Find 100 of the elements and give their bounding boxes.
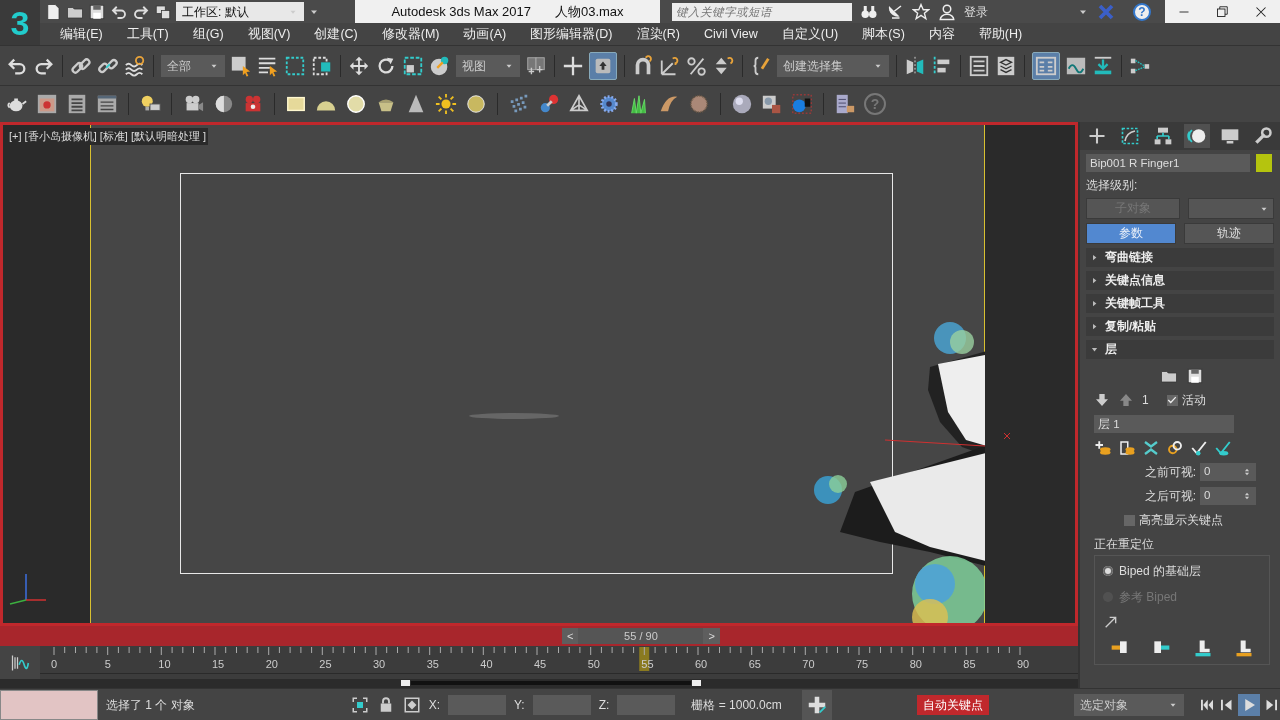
mirror-icon[interactable] [904, 54, 926, 77]
next-frame-button[interactable]: > [703, 628, 720, 644]
rollout-header[interactable]: 关键帧工具 [1086, 294, 1274, 313]
rollout-header[interactable]: 关键点信息 [1086, 271, 1274, 290]
ball-icon[interactable] [731, 93, 753, 115]
fur-ball-icon[interactable] [688, 93, 710, 115]
checkbox-label: 高亮显示关键点 [1139, 512, 1223, 529]
save-icon[interactable] [88, 2, 106, 21]
placement-icon[interactable] [429, 54, 451, 77]
rollout-header[interactable]: 复制/粘贴 [1086, 317, 1274, 336]
menu-item[interactable]: 创建(C) [302, 24, 370, 44]
move-icon[interactable] [348, 54, 370, 77]
menu-item[interactable]: 修改器(M) [369, 24, 452, 44]
ball-in-frame-icon[interactable] [791, 93, 813, 115]
login-link[interactable]: 登录 [964, 2, 988, 21]
wave-icon[interactable] [124, 54, 146, 77]
spinner-snap-icon[interactable] [713, 54, 735, 77]
menu-item[interactable]: 内容 [916, 24, 967, 44]
panel-tab[interactable] [1183, 124, 1210, 148]
check-icon[interactable] [1190, 439, 1208, 457]
window-crossing-icon[interactable] [311, 54, 333, 77]
play-button[interactable] [1238, 693, 1260, 716]
sphere-icon[interactable] [345, 93, 367, 115]
help-button[interactable]: ? [1133, 2, 1151, 21]
pivot-icon[interactable] [525, 54, 547, 77]
up-arrow-icon[interactable] [1118, 392, 1134, 408]
checkbox[interactable] [1124, 514, 1135, 526]
crosshair-icon[interactable] [562, 54, 584, 77]
color-swatch[interactable] [1256, 154, 1272, 172]
save-icon[interactable] [1186, 367, 1204, 385]
key-filter-dropdown[interactable]: 选定对象 [1074, 693, 1184, 716]
region-select-icon[interactable] [284, 54, 306, 77]
after-visible-spinner[interactable]: 0 [1200, 487, 1256, 505]
check-icon[interactable] [1214, 439, 1232, 457]
reference-coordinate-dropdown[interactable]: 视图 [456, 54, 520, 77]
mode-button[interactable]: 轨迹 [1184, 223, 1274, 244]
menu-item[interactable]: 渲染(R) [624, 24, 692, 44]
collapse-icon[interactable] [1142, 439, 1160, 457]
menu-item[interactable]: 脚本(S) [850, 24, 917, 44]
add-layer-icon[interactable] [1094, 439, 1112, 457]
menu-item[interactable]: 视图(V) [235, 24, 303, 44]
menu-item[interactable]: 动画(A) [451, 24, 519, 44]
app-logo[interactable]: 3 [0, 0, 40, 45]
radio-button[interactable] [1103, 566, 1113, 576]
list-icon[interactable] [968, 54, 990, 77]
delete-layer-icon[interactable] [1118, 439, 1136, 457]
angle-snap-icon[interactable] [659, 54, 681, 77]
down-arrow-icon[interactable] [1094, 392, 1110, 408]
molecule-icon[interactable] [538, 93, 560, 115]
menu-item[interactable]: 自定义(U) [769, 24, 851, 44]
select-icon[interactable] [230, 54, 252, 77]
menu-item[interactable]: Civil View [691, 24, 770, 44]
material-icon[interactable] [761, 93, 783, 115]
star-icon[interactable] [912, 2, 930, 21]
menu-item[interactable]: 图形编辑器(D) [518, 24, 625, 44]
gear-icon[interactable] [598, 93, 620, 115]
object-name-field[interactable]: Bip001 R Finger1 [1086, 154, 1250, 172]
render-setup-icon[interactable] [66, 93, 88, 115]
range-handle[interactable] [692, 680, 701, 686]
menu-item[interactable]: 工具(T) [114, 24, 181, 44]
selection-filter-dropdown[interactable]: 全部 [161, 54, 225, 77]
frame-number: 75 [856, 658, 869, 670]
arrow-icon[interactable] [1103, 614, 1119, 630]
before-visible-spinner[interactable]: 0 [1200, 463, 1256, 481]
time-slider-track[interactable]: < 55 / 90 > [0, 626, 1078, 646]
workspace-dropdown[interactable]: 工作区: 默认 [176, 2, 304, 21]
sphere-icon[interactable] [465, 93, 487, 115]
time-slider-thumb[interactable]: 55 / 90 [578, 628, 704, 644]
document-icon[interactable] [834, 93, 856, 115]
menu-item[interactable]: 帮助(H) [966, 24, 1035, 44]
search-field[interactable]: 键入关键字或短语 [672, 2, 852, 21]
add-key-button[interactable] [801, 689, 832, 720]
user-icon[interactable] [938, 2, 956, 21]
project-folder-icon[interactable] [154, 2, 172, 21]
chain-icon[interactable] [1166, 439, 1184, 457]
satellite-dish-icon[interactable] [886, 2, 904, 21]
panel-icon[interactable] [96, 93, 118, 115]
rollout-header[interactable]: 弯曲链接 [1086, 248, 1274, 267]
menu-item[interactable]: 组(G) [180, 24, 236, 44]
auto-key-button[interactable]: 自动关键点 [916, 694, 989, 715]
download-icon[interactable] [1092, 54, 1114, 77]
layer-name-field[interactable]: 层 1 [1094, 415, 1234, 433]
render-frame-icon[interactable] [36, 93, 58, 115]
layers-icon[interactable] [995, 54, 1017, 77]
rollout-header[interactable]: 层 [1086, 340, 1274, 359]
viewport-label[interactable]: [+] [香小岛摄像机] [标准] [默认明暗处理 ] [7, 128, 209, 145]
named-selection-dropdown[interactable]: 创建选择集 [777, 54, 889, 77]
sun-icon[interactable] [435, 93, 457, 115]
range-handle[interactable] [401, 680, 410, 686]
viewport[interactable]: [+] [香小岛摄像机] [标准] [默认明暗处理 ] [0, 122, 1078, 626]
selection-lock-icon[interactable] [350, 695, 369, 714]
scale-icon[interactable] [402, 54, 424, 77]
menu-item[interactable]: 编辑(E) [48, 24, 115, 44]
checkbox[interactable] [1166, 394, 1178, 406]
previous-frame-button[interactable]: < [562, 628, 579, 644]
script-listener-field[interactable] [0, 689, 98, 720]
percent-snap-icon[interactable] [686, 54, 708, 77]
absolute-mode-icon[interactable] [402, 695, 421, 714]
foot-icon[interactable] [1234, 638, 1255, 658]
particles-icon[interactable] [508, 93, 530, 115]
